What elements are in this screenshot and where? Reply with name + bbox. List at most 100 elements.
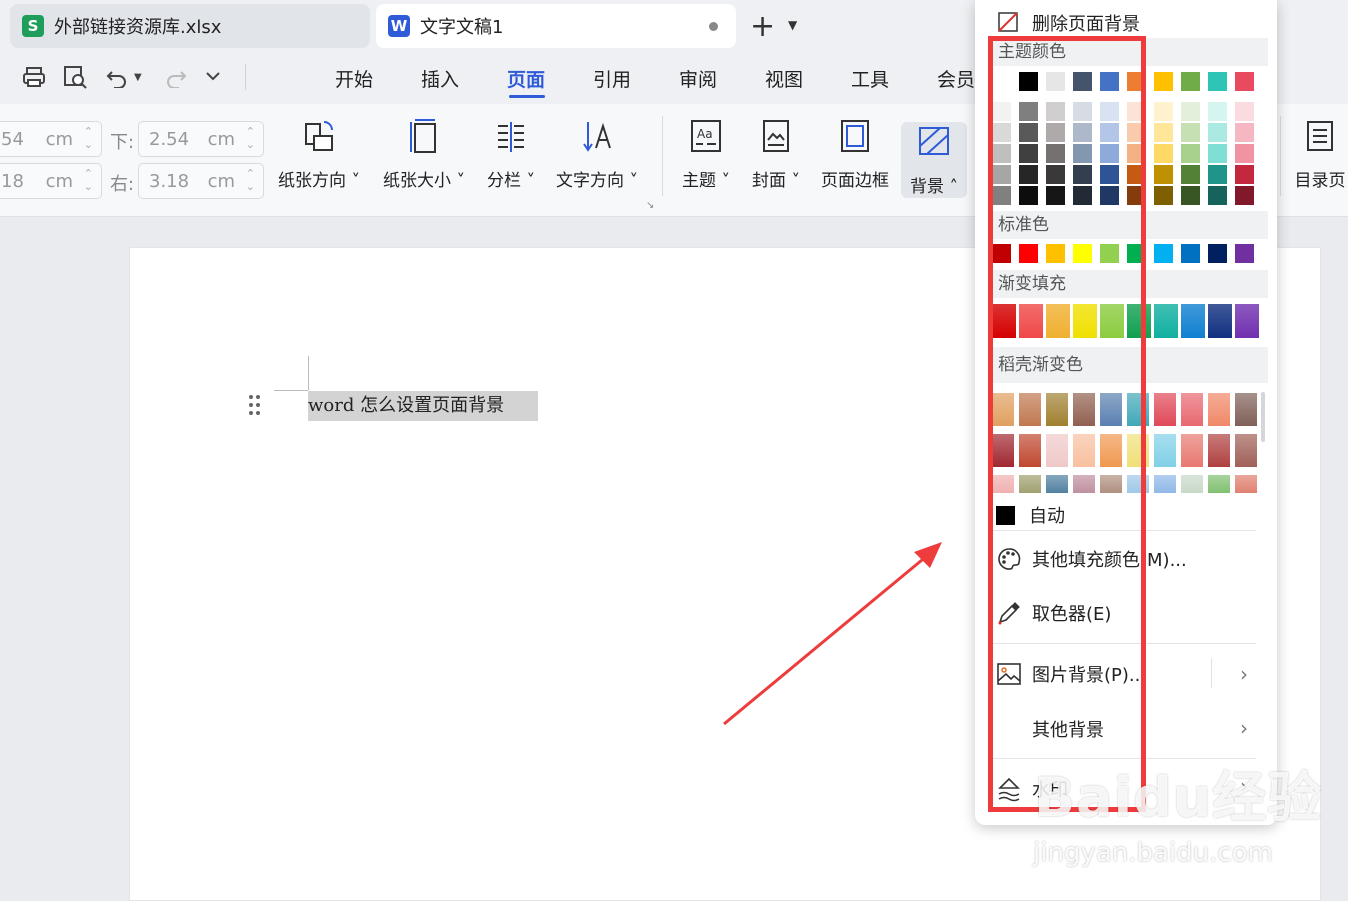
unit-label: cm xyxy=(45,128,73,150)
undo-dropdown-icon[interactable]: ▼ xyxy=(134,72,142,83)
daoke-gradient-swatch[interactable] xyxy=(1181,393,1203,426)
left-margin-field[interactable]: 18 cm ⌃ ⌄ xyxy=(0,163,102,199)
menu-review[interactable]: 审阅 xyxy=(679,65,717,92)
menu-member[interactable]: 会员 xyxy=(937,65,975,92)
theme-shade-swatch[interactable] xyxy=(1181,123,1200,142)
new-tab-button[interactable]: + xyxy=(750,9,775,44)
tab-document[interactable]: W 文字文稿1 xyxy=(376,4,736,48)
daoke-gradient-swatch[interactable] xyxy=(1208,475,1230,493)
tab-spreadsheet[interactable]: S 外部链接资源库.xlsx xyxy=(10,4,370,48)
unsaved-indicator xyxy=(709,22,718,31)
theme-shade-swatch[interactable] xyxy=(1235,123,1254,142)
theme-button[interactable]: Aa 主题 ˅ xyxy=(680,118,732,191)
spreadsheet-app-icon: S xyxy=(22,15,44,37)
standard-color-swatch[interactable] xyxy=(1154,244,1173,263)
theme-shade-swatch[interactable] xyxy=(1154,102,1173,121)
theme-shade-swatch[interactable] xyxy=(1208,102,1227,121)
paper-size-button[interactable]: 纸张大小 ˅ xyxy=(380,118,468,191)
dialog-launcher-icon[interactable]: ↘ xyxy=(646,200,654,211)
daoke-gradient-swatch[interactable] xyxy=(1235,434,1257,467)
ribbon-divider xyxy=(662,116,663,196)
daoke-gradient-swatch[interactable] xyxy=(1208,434,1230,467)
selected-document-text[interactable]: word 怎么设置页面背景 xyxy=(308,391,538,421)
daoke-gradient-swatch[interactable] xyxy=(1154,434,1176,467)
paper-size-label: 纸张大小 ˅ xyxy=(383,171,465,191)
remove-background-label: 删除页面背景 xyxy=(1032,14,1140,35)
daoke-gradient-swatch[interactable] xyxy=(1154,475,1176,493)
daoke-gradient-swatch[interactable] xyxy=(1181,475,1203,493)
print-preview-icon[interactable] xyxy=(62,65,88,89)
page-border-button[interactable]: 页面边框 xyxy=(818,118,892,191)
chevron-right-icon[interactable]: › xyxy=(1240,662,1248,686)
print-icon[interactable] xyxy=(22,66,46,88)
daoke-gradient-swatch[interactable] xyxy=(1208,393,1230,426)
orientation-button[interactable]: 纸张方向 ˅ xyxy=(276,118,362,191)
menu-references[interactable]: 引用 xyxy=(593,65,631,92)
bottom-margin-field[interactable]: 2.54 cm ⌃ ⌄ xyxy=(138,121,264,157)
daoke-gradient-swatch[interactable] xyxy=(1235,393,1257,426)
theme-shade-swatch[interactable] xyxy=(1235,186,1254,205)
annotation-arrow xyxy=(723,542,942,726)
theme-label: 主题 ˅ xyxy=(682,171,730,191)
text-direction-button[interactable]: 文字方向 ˅ xyxy=(552,118,642,191)
theme-color-swatch[interactable] xyxy=(1208,72,1227,91)
menu-home[interactable]: 开始 xyxy=(335,65,373,92)
theme-shade-swatch[interactable] xyxy=(1181,102,1200,121)
theme-shade-swatch[interactable] xyxy=(1208,165,1227,184)
theme-shade-swatch[interactable] xyxy=(1208,123,1227,142)
columns-button[interactable]: 分栏 ˅ xyxy=(484,118,538,191)
theme-shade-swatch[interactable] xyxy=(1181,144,1200,163)
theme-icon: Aa xyxy=(691,120,721,152)
daoke-gradient-swatch[interactable] xyxy=(1181,434,1203,467)
menu-page[interactable]: 页面 xyxy=(507,65,545,92)
standard-color-swatch[interactable] xyxy=(1208,244,1227,263)
menu-tools[interactable]: 工具 xyxy=(851,65,889,92)
toc-page-button[interactable]: 目录页 xyxy=(1292,118,1348,191)
gradient-fill-swatch[interactable] xyxy=(1208,304,1232,338)
gradient-fill-swatch[interactable] xyxy=(1154,304,1178,338)
standard-color-swatch[interactable] xyxy=(1235,244,1254,263)
daoke-gradient-swatch[interactable] xyxy=(1235,475,1257,493)
cover-button[interactable]: 封面 ˅ xyxy=(749,118,803,191)
theme-shade-swatch[interactable] xyxy=(1208,144,1227,163)
margin-corner-mark xyxy=(274,390,308,391)
background-button[interactable]: 背景 ˄ xyxy=(901,122,967,198)
spin-arrows-icon[interactable]: ⌃ ⌄ xyxy=(246,125,255,151)
scrollbar-thumb[interactable] xyxy=(1261,392,1265,442)
standard-color-swatch[interactable] xyxy=(1181,244,1200,263)
theme-shade-swatch[interactable] xyxy=(1208,186,1227,205)
theme-shade-swatch[interactable] xyxy=(1154,186,1173,205)
chevron-right-icon[interactable]: › xyxy=(1240,716,1248,740)
undo-icon[interactable] xyxy=(106,66,128,88)
theme-shade-swatch[interactable] xyxy=(1181,186,1200,205)
redo-icon[interactable] xyxy=(165,66,187,88)
spin-arrows-icon[interactable]: ⌃ ⌄ xyxy=(246,167,255,193)
menu-view[interactable]: 视图 xyxy=(765,65,803,92)
top-margin-field[interactable]: 54 cm ⌃ ⌄ xyxy=(0,121,102,157)
right-margin-field[interactable]: 3.18 cm ⌃ ⌄ xyxy=(138,163,264,199)
columns-label: 分栏 ˅ xyxy=(487,171,535,191)
cover-icon xyxy=(763,120,789,152)
active-menu-indicator xyxy=(509,95,545,98)
theme-color-swatch[interactable] xyxy=(1181,72,1200,91)
theme-color-swatch[interactable] xyxy=(1235,72,1254,91)
theme-color-swatch[interactable] xyxy=(1154,72,1173,91)
theme-shade-swatch[interactable] xyxy=(1235,102,1254,121)
daoke-gradient-swatch[interactable] xyxy=(1154,393,1176,426)
more-chevron-icon[interactable] xyxy=(205,70,221,82)
theme-shade-swatch[interactable] xyxy=(1154,123,1173,142)
spin-arrows-icon[interactable]: ⌃ ⌄ xyxy=(84,125,93,151)
theme-shade-swatch[interactable] xyxy=(1154,165,1173,184)
menu-insert[interactable]: 插入 xyxy=(421,65,459,92)
remove-background-item[interactable]: 删除页面背景 xyxy=(996,10,1140,36)
theme-shade-swatch[interactable] xyxy=(1181,165,1200,184)
chevron-down-icon[interactable]: ▼ xyxy=(788,18,797,32)
theme-shade-swatch[interactable] xyxy=(1235,165,1254,184)
theme-shade-swatch[interactable] xyxy=(1154,144,1173,163)
drag-handle-icon[interactable] xyxy=(249,395,261,417)
gradient-fill-swatch[interactable] xyxy=(1181,304,1205,338)
baidu-watermark-url: jingyan.baidu.com xyxy=(1033,838,1273,868)
spin-arrows-icon[interactable]: ⌃ ⌄ xyxy=(84,167,93,193)
gradient-fill-swatch[interactable] xyxy=(1235,304,1259,338)
theme-shade-swatch[interactable] xyxy=(1235,144,1254,163)
